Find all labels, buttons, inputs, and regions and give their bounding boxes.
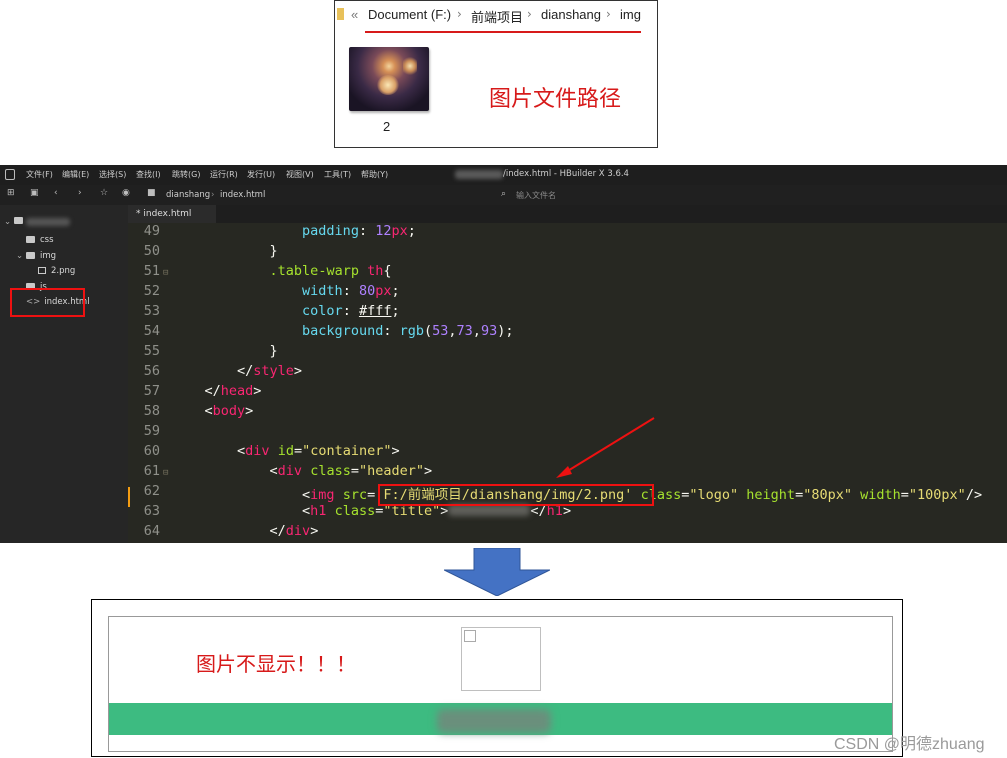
toolbar-breadcrumb-project[interactable]: dianshang	[166, 190, 210, 200]
image-file-icon	[38, 267, 46, 274]
red-underline-annotation	[365, 31, 641, 33]
menu-select[interactable]: 选择(S)	[99, 169, 126, 180]
chevron-right-icon: ›	[457, 7, 462, 21]
path-annotation-text: 图片文件路径	[489, 87, 622, 112]
breadcrumb-project-folder[interactable]: 前端项目	[471, 7, 523, 26]
line-number: 59	[143, 423, 160, 439]
blurred-project-name	[455, 170, 503, 179]
code-line: }	[172, 343, 278, 359]
file-search-input[interactable]: 输入文件名	[516, 190, 556, 201]
blurred-header-title	[437, 709, 551, 733]
code-line: </head>	[172, 383, 262, 399]
line-number: 50	[143, 243, 160, 259]
tree-item-2png[interactable]: 2.png	[38, 266, 75, 276]
line-number: 60	[143, 443, 160, 459]
toolbar: ⊞ ▣ ‹ › ☆ ◉ ■ dianshang › index.html ⌕ 输…	[0, 185, 1007, 205]
code-line: width: 80px;	[302, 283, 400, 299]
code-line: </style>	[172, 363, 303, 379]
folder-icon	[337, 8, 344, 20]
line-number: 51	[143, 263, 160, 279]
line-number: 58	[143, 403, 160, 419]
window-title: /index.html - HBuilder X 3.6.4	[503, 169, 629, 179]
tree-item-css[interactable]: css	[26, 235, 54, 245]
broken-image-placeholder	[461, 627, 541, 691]
chevron-right-icon: ›	[527, 7, 532, 21]
tab-bar: * index.html	[128, 205, 1007, 223]
code-line: }	[172, 243, 278, 259]
save-icon[interactable]: ▣	[30, 188, 39, 198]
chevron-right-icon: ›	[211, 190, 215, 200]
menu-file[interactable]: 文件(F)	[26, 169, 53, 180]
breadcrumb-overflow-chevron[interactable]: «	[351, 7, 358, 22]
red-box-annotation	[10, 288, 85, 317]
chevron-right-icon: ›	[606, 7, 611, 21]
code-line: background: rgb(53,73,93);	[302, 323, 514, 339]
code-line: <body>	[172, 403, 254, 419]
code-line: <div class="header">	[172, 463, 433, 479]
container-box	[108, 616, 893, 752]
menu-view[interactable]: 视图(V)	[286, 169, 314, 180]
menu-tools[interactable]: 工具(T)	[324, 169, 351, 180]
menu-bar: 文件(F) 编辑(E) 选择(S) 查找(I) 跳转(G) 运行(R) 发行(U…	[0, 165, 1007, 185]
forward-icon[interactable]: ›	[78, 188, 82, 198]
tree-item-img[interactable]: img	[26, 251, 56, 261]
explorer-breadcrumb: « Document (F:) › 前端项目 › dianshang › img	[335, 1, 657, 31]
menu-help[interactable]: 帮助(Y)	[361, 169, 388, 180]
breadcrumb-dianshang[interactable]: dianshang	[541, 7, 601, 22]
line-number: 53	[143, 303, 160, 319]
run-icon[interactable]: ◉	[122, 188, 130, 198]
tab-index-html[interactable]: * index.html	[128, 205, 216, 223]
code-line: <div id="container">	[172, 443, 400, 459]
fold-marker-icon[interactable]: ⊟	[163, 268, 168, 278]
thumbnail-light	[403, 55, 417, 77]
chevron-down-icon[interactable]: ⌄	[4, 217, 11, 227]
header-band	[109, 703, 892, 735]
file-search-icon: ⌕	[501, 189, 507, 199]
blurred-project-root[interactable]	[26, 218, 70, 226]
line-number: 61	[143, 463, 160, 479]
line-number: 57	[143, 383, 160, 399]
line-number: 49	[143, 223, 160, 239]
new-file-icon[interactable]: ⊞	[7, 188, 15, 198]
folder-icon	[26, 236, 35, 243]
image-not-shown-message: 图片不显示！！！	[196, 652, 356, 676]
chevron-down-icon[interactable]: ⌄	[16, 251, 23, 261]
line-number: 62	[143, 483, 160, 499]
back-icon[interactable]: ‹	[54, 188, 58, 198]
menu-find[interactable]: 查找(I)	[136, 169, 161, 180]
fold-marker-icon[interactable]: ⊟	[163, 468, 168, 478]
thumbnail-bokeh	[377, 75, 399, 95]
breadcrumb-img[interactable]: img	[620, 7, 641, 22]
red-box-src-annotation	[378, 484, 654, 506]
toolbar-breadcrumb-file[interactable]: index.html	[220, 190, 265, 200]
csdn-watermark: CSDN @明德zhuang	[834, 736, 985, 753]
image-thumbnail[interactable]	[349, 47, 429, 111]
code-line: </div>	[172, 523, 319, 539]
file-explorer-panel: « Document (F:) › 前端项目 › dianshang › img…	[334, 0, 658, 148]
line-number: 54	[143, 323, 160, 339]
broken-image-icon	[464, 630, 476, 642]
menu-run[interactable]: 运行(R)	[210, 169, 238, 180]
file-name-label[interactable]: 2	[383, 119, 390, 134]
code-line: .table-warp th{	[269, 263, 392, 279]
star-icon[interactable]: ☆	[100, 188, 108, 198]
browser-render-result	[91, 599, 903, 757]
menu-publish[interactable]: 发行(U)	[247, 169, 275, 180]
line-number: 64	[143, 523, 160, 539]
hbuilder-logo-icon	[5, 169, 15, 180]
folder-icon: ■	[147, 188, 156, 198]
down-arrow-icon	[444, 548, 550, 596]
line-number: 52	[143, 283, 160, 299]
code-line: padding: 12px;	[302, 223, 416, 239]
line-number: 56	[143, 363, 160, 379]
project-tree: ⌄ css ⌄ img 2.png js <> index.html	[0, 205, 128, 543]
menu-edit[interactable]: 编辑(E)	[62, 169, 89, 180]
code-line: color: #fff;	[302, 303, 400, 319]
folder-icon	[26, 252, 35, 259]
menu-goto[interactable]: 跳转(G)	[172, 169, 200, 180]
breadcrumb-drive[interactable]: Document (F:)	[368, 7, 451, 22]
line-number: 63	[143, 503, 160, 519]
line-number: 55	[143, 343, 160, 359]
